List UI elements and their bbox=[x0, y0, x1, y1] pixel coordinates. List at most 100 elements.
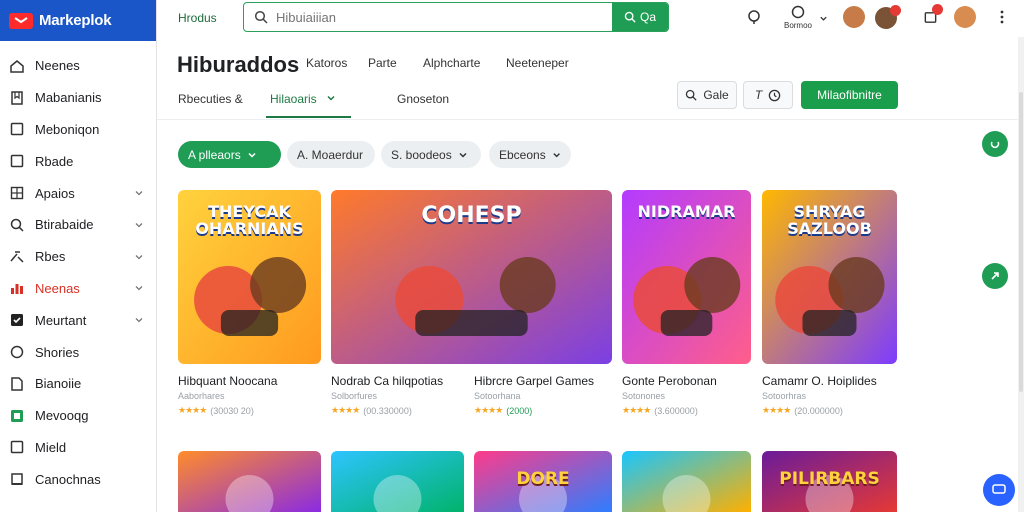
square-icon bbox=[8, 152, 26, 170]
star-rating-icon: ★★★★ bbox=[331, 405, 360, 415]
game-publisher: Aaborhares bbox=[178, 391, 225, 401]
chevron-down-icon bbox=[327, 95, 335, 101]
game-rating: ★★★★ (20.000000) bbox=[762, 405, 843, 416]
sidebar-item-label: Canochnas bbox=[35, 471, 101, 487]
sidebar-item[interactable]: Mevooqg bbox=[0, 400, 156, 432]
sidebar-item-label: Apaios bbox=[35, 185, 75, 201]
game-rating: ★★★★ (00.330000) bbox=[331, 405, 412, 416]
game-thumbnail[interactable]: THEYCAK OHARNIANS bbox=[178, 190, 321, 364]
search-icon bbox=[254, 10, 268, 24]
chat-button[interactable] bbox=[983, 474, 1015, 506]
top-link[interactable]: Hrodus bbox=[178, 11, 217, 25]
header-link[interactable]: Katoros bbox=[306, 56, 347, 70]
game-title[interactable]: Gonte Perobonan bbox=[622, 374, 717, 388]
tab-other[interactable]: Gnoseton bbox=[397, 92, 449, 106]
header-link[interactable]: Parte bbox=[368, 56, 397, 70]
game-thumbnail[interactable] bbox=[331, 451, 464, 512]
tools-icon bbox=[8, 248, 26, 266]
game-thumbnail[interactable]: COHESP bbox=[331, 190, 612, 364]
game-thumbnail[interactable]: PILIRBARS bbox=[762, 451, 897, 512]
rating-count: (00.330000) bbox=[363, 405, 412, 416]
gamepad-icon bbox=[8, 407, 26, 425]
game-thumbnail[interactable] bbox=[178, 451, 321, 512]
header-link[interactable]: Alphcharte bbox=[423, 56, 480, 70]
game-art-text: PILIRBARS bbox=[779, 469, 880, 489]
scrollbar[interactable] bbox=[1018, 37, 1024, 512]
grid-icon bbox=[8, 184, 26, 202]
sidebar-item[interactable]: Canochnas bbox=[0, 463, 156, 495]
sidebar-item[interactable]: Neenas bbox=[0, 273, 156, 305]
chevron-down-icon[interactable] bbox=[816, 7, 830, 29]
star-rating-icon: ★★★★ bbox=[622, 405, 651, 415]
game-art-text: COHESP bbox=[421, 203, 522, 228]
game-art-text: THEYCAK OHARNIANS bbox=[195, 202, 304, 238]
app-root: Markeplok Neenes Mabanianis Meboniqon Rbade… bbox=[0, 0, 1024, 512]
user-avatar[interactable] bbox=[954, 6, 976, 28]
sidebar-item[interactable]: Meboniqon bbox=[0, 114, 156, 146]
sidebar-item[interactable]: Rbade bbox=[0, 145, 156, 177]
star-rating-icon: ★★★★ bbox=[178, 405, 207, 415]
game-publisher: Sotoorhras bbox=[762, 391, 807, 401]
game-thumbnail[interactable] bbox=[622, 451, 751, 512]
game-title[interactable]: Hibrcre Garpel Games bbox=[474, 374, 594, 388]
sidebar-item[interactable]: Bianoiie bbox=[0, 368, 156, 400]
user-icon bbox=[791, 5, 805, 19]
top-bar: Hrodus Qa Bormoo bbox=[157, 0, 1024, 37]
sidebar-item-label: Mevooqg bbox=[35, 408, 89, 424]
sidebar-item[interactable]: Mield bbox=[0, 432, 156, 464]
notification-badge bbox=[932, 4, 943, 15]
sidebar-item[interactable]: Shories bbox=[0, 336, 156, 368]
game-publisher: Solborfures bbox=[331, 391, 378, 401]
brand-bar[interactable]: Markeplok bbox=[0, 0, 156, 41]
chevron-down-icon bbox=[135, 318, 143, 323]
chat-icon bbox=[992, 484, 1006, 494]
text-tool-button[interactable]: T bbox=[743, 81, 793, 109]
fab-next-button[interactable] bbox=[982, 263, 1008, 289]
avatar[interactable] bbox=[843, 6, 865, 28]
tab-active[interactable]: Hilaoaris bbox=[270, 92, 336, 106]
game-title[interactable]: Camamr O. Hoiplides bbox=[762, 374, 877, 388]
sidebar-item[interactable]: Btirabaide bbox=[0, 209, 156, 241]
more-vert-icon[interactable] bbox=[991, 6, 1013, 28]
sidebar-item-label: Mield bbox=[35, 439, 67, 455]
game-title[interactable]: Hibquant Noocana bbox=[178, 374, 277, 388]
sidebar-item[interactable]: Mabanianis bbox=[0, 82, 156, 114]
tab-label: Hilaoaris bbox=[270, 92, 317, 106]
chart-icon bbox=[8, 279, 26, 297]
game-title[interactable]: Nodrab Ca hilqpotias bbox=[331, 374, 443, 388]
primary-action-button[interactable]: Milaofibnitre bbox=[801, 81, 898, 109]
game-thumbnail[interactable]: NIDRAMAR bbox=[622, 190, 751, 364]
sidebar-item[interactable]: Rbes bbox=[0, 241, 156, 273]
sidebar-item-label: Neenas bbox=[35, 280, 80, 296]
filter-chip[interactable]: Ebceons bbox=[489, 141, 571, 168]
game-art-text: NIDRAMAR bbox=[637, 202, 736, 221]
account-menu[interactable]: Bormoo bbox=[781, 5, 815, 30]
game-thumbnail[interactable]: SHRYAG SAZLOOB bbox=[762, 190, 897, 364]
sidebar-item[interactable]: Meurtant bbox=[0, 304, 156, 336]
search-icon bbox=[624, 11, 636, 23]
sidebar-item[interactable]: Neenes bbox=[0, 50, 156, 82]
search-icon bbox=[686, 89, 697, 101]
rating-count: (2000) bbox=[506, 405, 533, 416]
game-thumbnail[interactable]: DORE bbox=[474, 451, 612, 512]
search-button[interactable]: Qa bbox=[612, 3, 668, 31]
scroll-thumb[interactable] bbox=[1019, 92, 1023, 392]
sidebar-item-label: Rbes bbox=[35, 249, 66, 265]
filter-chip[interactable]: A. Moaerdur bbox=[287, 141, 375, 168]
search-field bbox=[244, 3, 612, 31]
text-tool-label: T bbox=[754, 88, 763, 102]
search-icon bbox=[8, 216, 26, 234]
tab-security[interactable]: Rbecuties & bbox=[178, 92, 243, 106]
filter-chip[interactable]: A plleaors bbox=[178, 141, 281, 168]
fab-top-button[interactable] bbox=[982, 131, 1008, 157]
header-link[interactable]: Neeteneper bbox=[506, 56, 569, 70]
game-publisher: Sotonones bbox=[622, 391, 666, 401]
search-input[interactable] bbox=[276, 9, 576, 25]
search-tool-button[interactable]: Gale bbox=[677, 81, 737, 109]
page-title: Hiburaddos bbox=[177, 52, 300, 77]
filter-chip-label: Ebceons bbox=[499, 147, 546, 162]
sidebar-item[interactable]: Apaios bbox=[0, 177, 156, 209]
lightbulb-icon[interactable] bbox=[743, 6, 765, 28]
filter-chip[interactable]: S. boodeos bbox=[381, 141, 481, 168]
filter-chip-label: A. Moaerdur bbox=[297, 147, 364, 162]
